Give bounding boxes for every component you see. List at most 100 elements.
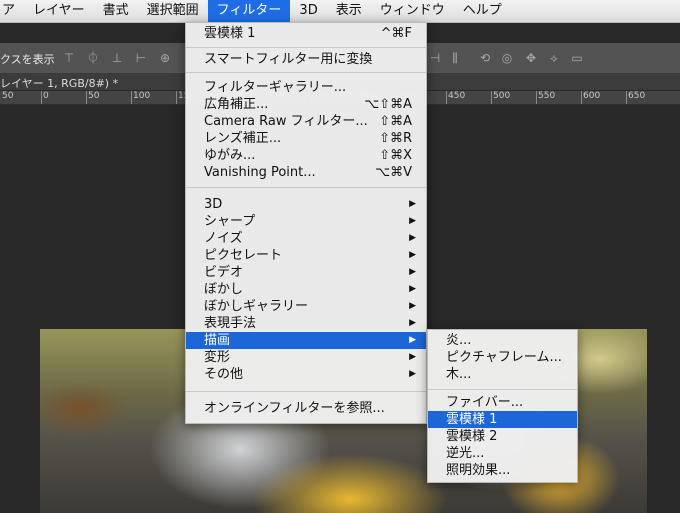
menu-item-label: その他 [204, 367, 244, 382]
menu-item-label: レンズ補正... [204, 131, 282, 146]
ruler-label: 500 [493, 91, 511, 101]
menu-item-lens-correction[interactable]: レンズ補正... ⇧⌘R [186, 130, 426, 147]
menu-item-liquify[interactable]: ゆがみ... ⇧⌘X [186, 147, 426, 164]
menu-item-filter-gallery[interactable]: フィルターギャラリー... [186, 79, 426, 96]
menu-3d[interactable]: 3D [290, 0, 326, 22]
menu-item-distort[interactable]: 変形 ▶ [186, 349, 426, 366]
menu-separator [186, 187, 426, 188]
menu-item-sharpen[interactable]: シャープ ▶ [186, 213, 426, 230]
menu-item-flame[interactable]: 炎... [428, 332, 577, 349]
menu-item-label: Vanishing Point... [204, 165, 316, 180]
3d-scale-icon[interactable]: ▭ [570, 51, 584, 65]
menu-shortcut: ^⌘F [380, 26, 412, 41]
menu-type[interactable]: 書式 [94, 0, 138, 22]
menu-item-label: 描画 [204, 333, 231, 348]
menu-shortcut: ⇧⌘X [379, 148, 412, 163]
menu-item-other[interactable]: その他 ▶ [186, 366, 426, 383]
3d-roll-icon[interactable]: ◎ [500, 51, 514, 65]
submenu-arrow-icon: ▶ [409, 216, 416, 226]
menu-item-smart-filter[interactable]: スマートフィルター用に変換 [186, 51, 426, 68]
menu-item-label: 3D [204, 197, 223, 212]
menu-item-lighting-effects[interactable]: 照明効果... [428, 462, 577, 479]
menu-item-label: ゆがみ... [204, 148, 256, 163]
menu-bar: ア レイヤー 書式 選択範囲 フィルター 3D 表示 ウィンドウ ヘルプ [0, 0, 680, 23]
ruler-label: 450 [448, 91, 466, 101]
submenu-arrow-icon: ▶ [409, 369, 416, 379]
menu-shortcut: ⇧⌘R [379, 131, 412, 146]
distribute-icon[interactable]: ⫼ [448, 51, 462, 65]
show-transform-controls-label[interactable]: クスを表示 [0, 51, 55, 67]
ruler-label: 550 [538, 91, 556, 101]
menu-item-label: 変形 [204, 350, 231, 365]
ruler-label: 50 [88, 91, 100, 101]
menu-view[interactable]: 表示 [327, 0, 371, 22]
align-bottom-icon[interactable]: ⊥ [110, 51, 124, 65]
ruler-label: 100 [133, 91, 151, 101]
ruler-label: 0 [43, 91, 49, 101]
menu-item-lens-flare[interactable]: 逆光... [428, 445, 577, 462]
submenu-arrow-icon: ▶ [409, 301, 416, 311]
menu-layer[interactable]: レイヤー [24, 0, 94, 22]
align-right-icon[interactable]: ⊣ [428, 51, 442, 65]
menu-item-adaptive-wide-angle[interactable]: 広角補正... ⌥⇧⌘A [186, 96, 426, 113]
menu-item-pixelate[interactable]: ピクセレート ▶ [186, 247, 426, 264]
3d-rotate-icon[interactable]: ⟲ [478, 51, 492, 65]
align-top-icon[interactable]: ⊤ [62, 51, 76, 65]
render-submenu: 炎... ピクチャフレーム... 木... ファイバー... 雲模様 1 雲模様… [427, 329, 578, 483]
ruler-tick [41, 91, 42, 104]
menu-item-last-filter[interactable]: 雲模様 1 ^⌘F [186, 25, 426, 42]
menu-item-noise[interactable]: ノイズ ▶ [186, 230, 426, 247]
ruler-label: 600 [583, 91, 601, 101]
menu-separator [186, 72, 426, 73]
submenu-arrow-icon: ▶ [409, 318, 416, 328]
menu-item-blur[interactable]: ぼかし ▶ [186, 281, 426, 298]
ruler-tick [446, 91, 447, 104]
menu-item-blur-gallery[interactable]: ぼかしギャラリー ▶ [186, 298, 426, 315]
filter-menu: 雲模様 1 ^⌘F スマートフィルター用に変換 フィルターギャラリー... 広角… [185, 22, 427, 424]
ruler-tick [536, 91, 537, 104]
menu-item-vanishing-point[interactable]: Vanishing Point... ⌥⌘V [186, 164, 426, 181]
menu-item-video[interactable]: ビデオ ▶ [186, 264, 426, 281]
menu-select[interactable]: 選択範囲 [138, 0, 208, 22]
3d-slide-icon[interactable]: ⟡ [547, 51, 561, 65]
menu-item-3d[interactable]: 3D ▶ [186, 196, 426, 213]
menu-item-label: 広角補正... [204, 97, 269, 112]
submenu-arrow-icon: ▶ [409, 267, 416, 277]
submenu-arrow-icon: ▶ [409, 352, 416, 362]
menu-app[interactable]: ア [0, 0, 24, 22]
menu-window[interactable]: ウィンドウ [371, 0, 454, 22]
menu-shortcut: ⌥⇧⌘A [364, 97, 412, 112]
menu-help[interactable]: ヘルプ [454, 0, 511, 22]
align-left-icon[interactable]: ⊢ [134, 51, 148, 65]
submenu-arrow-icon: ▶ [409, 284, 416, 294]
menu-item-label: シャープ [204, 214, 256, 229]
menu-filter[interactable]: フィルター [207, 0, 291, 22]
menu-separator [186, 47, 426, 48]
menu-item-label: Camera Raw フィルター... [204, 114, 368, 129]
document-title: レイヤー 1, RGB/8#) * [0, 77, 119, 90]
ruler-tick [581, 91, 582, 104]
menu-item-picture-frame[interactable]: ピクチャフレーム... [428, 349, 577, 366]
ruler-label: 650 [628, 91, 646, 101]
3d-pan-icon[interactable]: ✥ [524, 51, 538, 65]
menu-separator [428, 389, 577, 390]
menu-item-render[interactable]: 描画 ▶ [186, 332, 426, 349]
submenu-arrow-icon: ▶ [409, 199, 416, 209]
menu-item-difference-clouds[interactable]: 雲模様 2 [428, 428, 577, 445]
menu-separator [186, 391, 426, 392]
menu-item-stylize[interactable]: 表現手法 ▶ [186, 315, 426, 332]
ruler-label: 50 [2, 91, 14, 101]
menu-item-tree[interactable]: 木... [428, 366, 577, 383]
ruler-tick [131, 91, 132, 104]
menu-item-fibers[interactable]: ファイバー... [428, 394, 577, 411]
align-vcenter-icon[interactable]: ⏀ [86, 51, 100, 65]
menu-item-label: ノイズ [204, 231, 243, 246]
submenu-arrow-icon: ▶ [409, 233, 416, 243]
menu-shortcut: ⌥⌘V [375, 165, 412, 180]
menu-item-browse-online[interactable]: オンラインフィルターを参照... [186, 400, 426, 417]
menu-item-label: 雲模様 1 [204, 26, 256, 41]
menu-item-camera-raw[interactable]: Camera Raw フィルター... ⇧⌘A [186, 113, 426, 130]
align-hcenter-icon[interactable]: ⊕ [158, 51, 172, 65]
menu-item-clouds[interactable]: 雲模様 1 [428, 411, 577, 428]
menu-item-label: ピクセレート [204, 248, 283, 263]
